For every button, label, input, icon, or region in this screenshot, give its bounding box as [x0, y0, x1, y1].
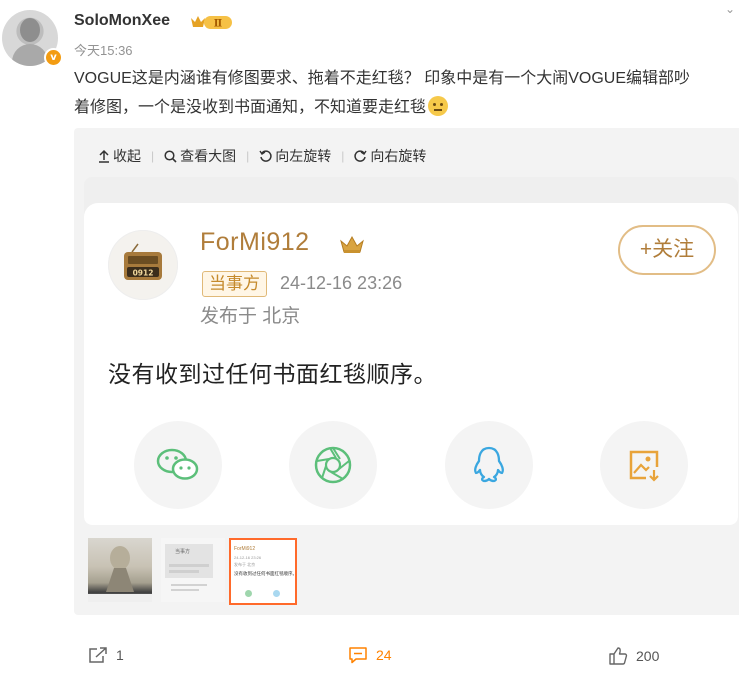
thumbnail-3-name: ForMi912 — [234, 546, 256, 552]
username[interactable]: SoloMonXee — [74, 12, 170, 30]
repost-button[interactable]: 1 — [88, 646, 124, 664]
collapse-icon — [99, 149, 109, 163]
collapse-button[interactable]: 收起 — [98, 146, 141, 166]
toolbar-divider: | — [246, 149, 250, 163]
magnifier-icon — [164, 149, 177, 163]
qq-icon — [474, 446, 504, 483]
rotate-right-button[interactable]: 向右旋转 — [354, 146, 426, 166]
comment-count: 24 — [376, 647, 392, 663]
repost-icon — [89, 647, 107, 663]
image-post-date: 24-12-16 23:26 — [280, 273, 403, 293]
repost-count: 1 — [116, 647, 124, 663]
image-card: 0912 ForMi912 当事方 24-12-16 23:26 发布于 北京 … — [84, 203, 738, 525]
thumbnail-3-loc: 发布于 北京 — [234, 562, 256, 567]
verified-badge: v — [44, 48, 63, 67]
post-content: VOGUE这是内涵谁有修图要求、拖着不走红毯？ 印象中是有一个大闹VOGUE编辑… — [74, 64, 739, 122]
svg-text:Ⅱ: Ⅱ — [214, 19, 222, 30]
account-name: ForMi912 — [200, 228, 310, 256]
toolbar-divider: | — [151, 149, 155, 163]
comment-icon — [349, 647, 367, 664]
thumbnail-3-wechat-dot — [245, 590, 252, 597]
thumbnail-2[interactable]: 当事方 — [161, 538, 225, 602]
rotate-left-button[interactable]: 向左旋转 — [259, 146, 331, 166]
moments-share — [289, 421, 377, 509]
save-image-share — [600, 421, 688, 509]
formi-avatar: 0912 — [108, 230, 178, 300]
qq-share — [445, 421, 533, 509]
radio-logo-icon: 0912 — [124, 243, 162, 280]
comment-button[interactable]: 24 — [348, 646, 392, 664]
like-count: 200 — [636, 648, 660, 664]
view-large-button[interactable]: 查看大图 — [164, 146, 236, 166]
rotate-right-icon — [354, 149, 367, 162]
post-text-line1: VOGUE这是内涵谁有修图要求、拖着不走红毯？ 印象中是有一个大闹VOGUE编辑… — [74, 70, 691, 87]
thumbs-up-icon — [609, 647, 628, 665]
rotate-left-icon — [259, 149, 272, 162]
thumbnail-3-date: 24-12-16 23:26 — [234, 555, 262, 560]
post-time[interactable]: 今天15:36 — [74, 40, 133, 59]
moments-icon — [314, 446, 352, 484]
image-post-location: 发布于 北京 — [200, 306, 301, 327]
collapse-label: 收起 — [113, 148, 141, 164]
level-badge-icon[interactable]: Ⅱ — [189, 13, 233, 31]
image-toolbar: 收起 | 查看大图 | 向左旋转 | 向右旋转 — [98, 146, 426, 166]
more-menu-icon[interactable]: ⌄ — [725, 2, 735, 16]
rotate-right-label: 向右旋转 — [370, 148, 427, 164]
view-large-label: 查看大图 — [180, 148, 237, 164]
post-text-line2: 着修图，一个是没收到书面通知，不知道要走红毯 — [74, 99, 427, 116]
crown-icon — [340, 235, 364, 253]
save-image-icon — [629, 450, 659, 482]
thumbnail-3-text: 没有收到过任何书面红毯顺序。 — [234, 571, 297, 576]
thumbnail-1[interactable] — [88, 538, 152, 602]
follow-button: +关注 — [618, 225, 716, 275]
image-post-text: 没有收到过任何书面红毯顺序。 — [108, 361, 437, 387]
thumbnail-2-text: 当事方 — [175, 549, 191, 555]
svg-text:0912: 0912 — [133, 269, 154, 278]
thumbnail-3-qq-dot — [273, 590, 280, 597]
wechat-share — [134, 421, 222, 509]
thumbnail-photo-icon — [88, 546, 152, 602]
toolbar-divider: | — [341, 149, 345, 163]
wechat-icon — [156, 448, 199, 480]
like-button[interactable]: 200 — [608, 646, 659, 666]
thumbnail-3-active[interactable]: ForMi912 24-12-16 23:26 发布于 北京 没有收到过任何书面… — [229, 538, 297, 605]
enlarged-image[interactable]: 0912 ForMi912 当事方 24-12-16 23:26 发布于 北京 … — [84, 177, 738, 525]
emoji-smile-icon — [428, 96, 449, 116]
party-tag: 当事方 — [202, 271, 267, 297]
rotate-left-label: 向左旋转 — [275, 148, 332, 164]
